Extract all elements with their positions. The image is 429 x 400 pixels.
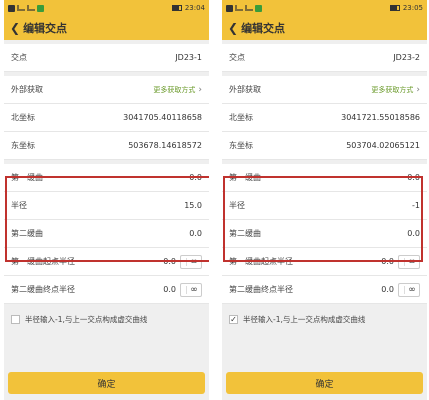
jd-row[interactable]: 交点 JD23-1: [4, 44, 209, 72]
title-bar: ❮ 编辑交点: [222, 16, 427, 40]
end-radius-row[interactable]: 第二缓曲终点半径 0.0 ∞: [4, 276, 209, 304]
chevron-right-icon: ›: [198, 84, 202, 95]
jd-label: 交点: [11, 53, 27, 62]
status-bar: 23:04: [4, 0, 209, 16]
back-arrow-icon[interactable]: ❮: [228, 21, 238, 35]
curve2-label: 第二缓曲: [229, 229, 261, 238]
north-value[interactable]: 3041705.40118658: [123, 113, 202, 122]
virtual-curve-option[interactable]: 半径输入-1,与上一交点构成虚交曲线: [4, 304, 209, 334]
status-right: 23:04: [171, 4, 205, 12]
curve2-row[interactable]: 第二缓曲 0.0: [222, 220, 427, 248]
status-icons: [8, 4, 44, 12]
jd-label: 交点: [229, 53, 245, 62]
curve1-label: 第一缓曲: [229, 173, 261, 182]
status-bar: 23:05: [222, 0, 427, 16]
confirm-button[interactable]: 确定: [226, 372, 423, 394]
more-methods-link[interactable]: 更多获取方式: [371, 85, 413, 95]
wifi-icon: [245, 5, 253, 11]
page-title: 编辑交点: [241, 22, 286, 35]
jd-row[interactable]: 交点 JD23-2: [222, 44, 427, 72]
wifi-icon: [27, 5, 35, 11]
curve2-value[interactable]: 0.0: [189, 229, 202, 238]
curve2-value[interactable]: 0.0: [407, 229, 420, 238]
external-label: 外部获取: [11, 85, 43, 94]
curve1-row[interactable]: 第一缓曲 0.0: [222, 164, 427, 192]
curve2-label: 第二缓曲: [11, 229, 43, 238]
external-source-row[interactable]: 外部获取 更多获取方式 ›: [222, 76, 427, 104]
radius-value[interactable]: -1: [412, 201, 420, 210]
start-radius-label: 第一缓曲起点半径: [11, 257, 75, 266]
curve1-value[interactable]: 0.0: [189, 173, 202, 182]
curve1-value[interactable]: 0.0: [407, 173, 420, 182]
radius-value[interactable]: 15.0: [184, 201, 202, 210]
start-radius-value[interactable]: 0.0: [163, 257, 176, 266]
start-radius-row[interactable]: 第一缓曲起点半径 0.0 ∞: [222, 248, 427, 276]
infinity-icon: ∞: [190, 256, 198, 267]
status-time: 23:04: [184, 4, 205, 12]
east-row[interactable]: 东坐标 503704.02065121: [222, 132, 427, 160]
status-time: 23:05: [402, 4, 423, 12]
notification-icon: [37, 4, 44, 12]
end-radius-row[interactable]: 第二缓曲终点半径 0.0 ∞: [222, 276, 427, 304]
confirm-button[interactable]: 确定: [8, 372, 205, 394]
east-label: 东坐标: [229, 141, 253, 150]
radius-row[interactable]: 半径 15.0: [4, 192, 209, 220]
north-value[interactable]: 3041721.55018586: [341, 113, 420, 122]
jd-value: JD23-1: [175, 53, 202, 62]
infinity-icon: ∞: [408, 256, 416, 267]
infinity-toggle[interactable]: ∞: [180, 282, 202, 297]
title-bar: ❮ 编辑交点: [4, 16, 209, 40]
phone-screen-left: 23:04 ❮ 编辑交点 交点 JD23-1 外部获取 更多获取方式 › 北坐标…: [4, 0, 209, 400]
north-label: 北坐标: [11, 113, 35, 122]
option-label: 半径输入-1,与上一交点构成虚交曲线: [25, 314, 148, 324]
east-label: 东坐标: [11, 141, 35, 150]
external-label: 外部获取: [229, 85, 261, 94]
east-value[interactable]: 503678.14618572: [128, 141, 202, 150]
infinity-toggle[interactable]: ∞: [398, 254, 420, 269]
east-row[interactable]: 东坐标 503678.14618572: [4, 132, 209, 160]
jd-value: JD23-2: [393, 53, 420, 62]
infinity-icon: ∞: [408, 284, 416, 295]
east-value[interactable]: 503704.02065121: [346, 141, 420, 150]
curve1-label: 第一缓曲: [11, 173, 43, 182]
start-radius-value[interactable]: 0.0: [381, 257, 394, 266]
curve1-row[interactable]: 第一缓曲 0.0: [4, 164, 209, 192]
external-source-row[interactable]: 外部获取 更多获取方式 ›: [4, 76, 209, 104]
page-title: 编辑交点: [23, 22, 68, 35]
battery-icon: [389, 5, 400, 11]
checkbox[interactable]: ✓: [229, 314, 238, 324]
end-radius-value[interactable]: 0.0: [163, 285, 176, 294]
phone-screen-right: 23:05 ❮ 编辑交点 交点 JD23-2 外部获取 更多获取方式 › 北坐标…: [222, 0, 427, 400]
north-label: 北坐标: [229, 113, 253, 122]
radius-label: 半径: [229, 201, 245, 210]
infinity-toggle[interactable]: ∞: [180, 254, 202, 269]
option-label: 半径输入-1,与上一交点构成虚交曲线: [243, 314, 366, 324]
infinity-toggle[interactable]: ∞: [398, 282, 420, 297]
end-radius-value[interactable]: 0.0: [381, 285, 394, 294]
infinity-icon: ∞: [190, 284, 198, 295]
back-arrow-icon[interactable]: ❮: [10, 21, 20, 35]
start-radius-label: 第一缓曲起点半径: [229, 257, 293, 266]
north-row[interactable]: 北坐标 3041705.40118658: [4, 104, 209, 132]
end-radius-label: 第二缓曲终点半径: [229, 285, 293, 294]
virtual-curve-option[interactable]: ✓ 半径输入-1,与上一交点构成虚交曲线: [222, 304, 427, 334]
radius-label: 半径: [11, 201, 27, 210]
radius-row[interactable]: 半径 -1: [222, 192, 427, 220]
signal-icon: [17, 5, 25, 11]
curve2-row[interactable]: 第二缓曲 0.0: [4, 220, 209, 248]
status-icons: [226, 4, 262, 12]
notification-icon: [255, 4, 262, 12]
signal-icon: [235, 5, 243, 11]
app-icon: [8, 4, 15, 12]
north-row[interactable]: 北坐标 3041721.55018586: [222, 104, 427, 132]
checkbox[interactable]: [11, 314, 20, 324]
end-radius-label: 第二缓曲终点半径: [11, 285, 75, 294]
battery-icon: [171, 5, 182, 11]
status-right: 23:05: [389, 4, 423, 12]
app-icon: [226, 4, 233, 12]
chevron-right-icon: ›: [416, 84, 420, 95]
start-radius-row[interactable]: 第一缓曲起点半径 0.0 ∞: [4, 248, 209, 276]
more-methods-link[interactable]: 更多获取方式: [153, 85, 195, 95]
